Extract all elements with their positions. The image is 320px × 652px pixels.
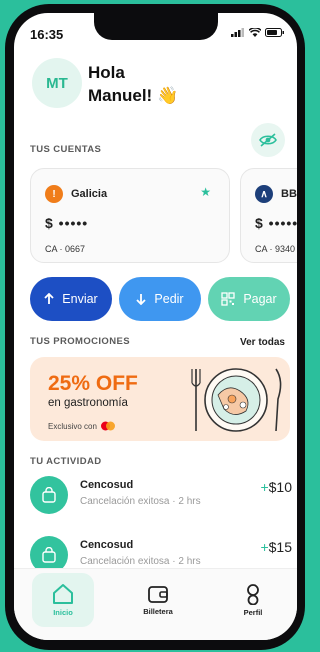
pay-button[interactable]: Pagar (208, 277, 290, 321)
tab-label: Inicio (53, 608, 73, 617)
amount-value: $10 (268, 479, 292, 495)
account-number: CA · 0667 (45, 244, 86, 254)
activity-merchant: Cencosud (80, 539, 134, 551)
accounts-section-label: TUS CUENTAS (30, 144, 102, 155)
activity-detail: Cancelación exitosa · 2 hrs (80, 496, 201, 507)
see-all-promotions-link[interactable]: Ver todas (240, 337, 285, 348)
account-number: CA · 9340 (255, 244, 296, 254)
battery-icon (265, 28, 284, 37)
tab-label: Billetera (143, 607, 173, 616)
status-icons (231, 28, 285, 37)
promotions-section-label: TUS PROMOCIONES (30, 336, 130, 347)
greeting-line-1: Hola (88, 63, 125, 82)
signal-icon (231, 28, 244, 37)
activity-section-label: TU ACTIVIDAD (30, 456, 102, 467)
status-time: 16:35 (30, 27, 64, 42)
activity-amount: +$10 (260, 479, 292, 495)
activity-item[interactable]: Cencosud Cancelación exitosa · 2 hrs +$1… (30, 476, 292, 516)
send-label: Enviar (62, 292, 98, 306)
greeting-line-2: Manuel! 👋 (88, 86, 179, 105)
promo-exclusive-label: Exclusivo con (48, 421, 97, 431)
tab-inicio[interactable]: Inicio (32, 573, 94, 627)
arrow-up-icon (44, 293, 54, 304)
avatar[interactable]: MT (32, 58, 82, 108)
amount-sign: + (260, 539, 269, 555)
activity-detail: Cancelación exitosa · 2 hrs (80, 556, 201, 567)
promo-headline: 25% OFF (48, 372, 138, 395)
request-label: Pedir (154, 292, 184, 306)
home-icon (53, 584, 73, 604)
mastercard-icon (100, 421, 115, 431)
request-button[interactable]: Pedir (119, 277, 201, 321)
favorite-star-icon[interactable]: ★ (200, 185, 211, 199)
bank-logo-icon: ∧ (255, 185, 273, 203)
bank-name: BBVA (281, 188, 297, 200)
tab-label: Perfil (243, 608, 263, 617)
hide-balance-button[interactable] (251, 123, 285, 157)
send-button[interactable]: Enviar (30, 277, 112, 321)
activity-amount: +$15 (260, 539, 292, 555)
promo-subtitle: en gastronomía (48, 397, 128, 409)
promo-banner[interactable]: 25% OFF en gastronomía Exclusivo con (30, 357, 290, 441)
activity-merchant: Cencosud (80, 479, 134, 491)
account-card-galicia[interactable]: ! Galicia ★ $ ••••• CA · 0667 (30, 168, 230, 263)
user-icon (247, 584, 259, 605)
eye-off-icon (259, 133, 277, 147)
phone-notch (94, 13, 218, 40)
pay-label: Pagar (243, 292, 277, 306)
wallet-icon (148, 586, 168, 603)
shopping-bag-icon (30, 476, 68, 514)
account-balance: $ ••••• (45, 215, 89, 231)
bank-logo-icon: ! (45, 185, 63, 203)
bottom-tab-bar: Inicio Billetera Perfil (14, 568, 297, 640)
amount-value: $15 (268, 539, 292, 555)
qr-icon (221, 292, 235, 306)
arrow-down-icon (136, 294, 147, 305)
tab-billetera[interactable]: Billetera (127, 573, 189, 627)
amount-sign: + (260, 479, 269, 495)
plate-illustration (191, 368, 282, 432)
bank-name: Galicia (71, 188, 108, 200)
account-card-bbva[interactable]: ∧ BBVA $ ••••• CA · 9340 (240, 168, 297, 263)
promo-exclusive: Exclusivo con (48, 421, 116, 431)
wifi-icon (249, 28, 261, 37)
app-screen: 16:35 MT Hola Manuel! 👋 TUS CUENTAS ! Ga… (14, 13, 297, 640)
greeting: Hola Manuel! 👋 (88, 61, 178, 107)
account-balance: $ ••••• (255, 215, 297, 231)
tab-perfil[interactable]: Perfil (222, 573, 284, 627)
